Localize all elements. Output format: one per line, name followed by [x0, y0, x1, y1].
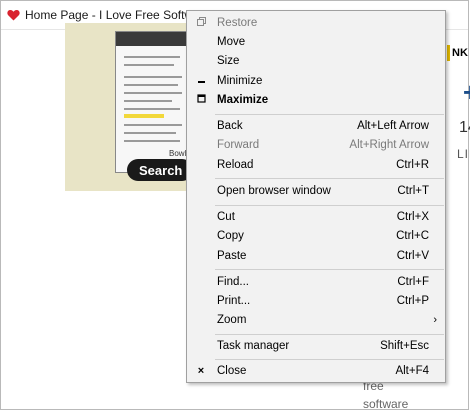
menu-item-task-manager[interactable]: Task manager Shift+Esc: [187, 336, 445, 356]
menu-item-paste[interactable]: Paste Ctrl+V: [187, 246, 445, 266]
like-count: 14: [459, 119, 470, 136]
menu-item-cut[interactable]: Cut Ctrl+X: [187, 207, 445, 227]
menu-item-maximize[interactable]: Maximize: [187, 90, 445, 110]
menu-item-restore[interactable]: Restore: [187, 13, 445, 33]
menu-item-forward[interactable]: Forward Alt+Right Arrow: [187, 135, 445, 155]
maximize-icon: [195, 94, 207, 106]
menu-item-open-browser-window[interactable]: Open browser window Ctrl+T: [187, 181, 445, 201]
menu-item-close[interactable]: × Close Alt+F4: [187, 361, 445, 381]
menu-separator: [215, 114, 444, 115]
window-context-menu: Restore Move Size Minimize Maximize Back…: [186, 10, 446, 383]
menu-item-back[interactable]: Back Alt+Left Arrow: [187, 116, 445, 136]
menu-separator: [215, 359, 444, 360]
minimize-icon: [195, 75, 207, 87]
menu-separator: [215, 269, 444, 270]
heart-icon: [6, 8, 20, 22]
side-banner[interactable]: NK: [447, 45, 470, 61]
menu-separator: [215, 334, 444, 335]
menu-item-minimize[interactable]: Minimize: [187, 71, 445, 91]
chevron-right-icon: ›: [433, 314, 437, 326]
follow-plus-icon[interactable]: +: [463, 77, 470, 108]
menu-item-print[interactable]: Print... Ctrl+P: [187, 291, 445, 311]
window-title: Home Page - I Love Free Software: [25, 8, 211, 22]
menu-item-size[interactable]: Size: [187, 51, 445, 71]
menu-separator: [215, 205, 444, 206]
menu-item-find[interactable]: Find... Ctrl+F: [187, 272, 445, 292]
close-icon: ×: [197, 365, 205, 377]
restore-icon: [195, 17, 207, 29]
menu-item-zoom[interactable]: Zoom ›: [187, 310, 445, 330]
pdf-ad-banner[interactable]: Bowl Search PD: [65, 23, 189, 191]
menu-item-reload[interactable]: Reload Ctrl+R: [187, 155, 445, 175]
menu-separator: [215, 178, 444, 179]
like-label: LIK: [457, 147, 470, 161]
menu-item-copy[interactable]: Copy Ctrl+C: [187, 226, 445, 246]
ad-small-text: Bowl: [169, 149, 187, 158]
search-pdf-button[interactable]: Search PD: [127, 159, 189, 181]
menu-item-move[interactable]: Move: [187, 32, 445, 52]
